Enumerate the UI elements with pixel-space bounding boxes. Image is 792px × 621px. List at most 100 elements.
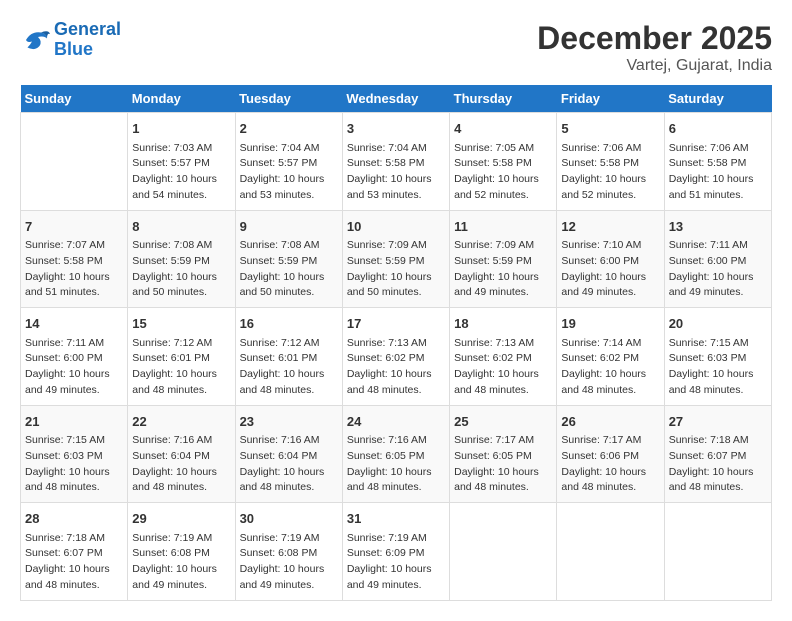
day-info: Sunrise: 7:06 AM Sunset: 5:58 PM Dayligh…	[561, 141, 659, 204]
title-block: December 2025 Vartej, Gujarat, India	[537, 20, 772, 75]
month-title: December 2025	[537, 20, 772, 57]
day-info: Sunrise: 7:04 AM Sunset: 5:57 PM Dayligh…	[240, 141, 338, 204]
day-info: Sunrise: 7:08 AM Sunset: 5:59 PM Dayligh…	[132, 238, 230, 301]
calendar-cell: 18Sunrise: 7:13 AM Sunset: 6:02 PM Dayli…	[450, 308, 557, 406]
calendar-cell: 25Sunrise: 7:17 AM Sunset: 6:05 PM Dayli…	[450, 405, 557, 503]
day-info: Sunrise: 7:09 AM Sunset: 5:59 PM Dayligh…	[347, 238, 445, 301]
weekday-header-friday: Friday	[557, 85, 664, 113]
day-info: Sunrise: 7:19 AM Sunset: 6:08 PM Dayligh…	[132, 531, 230, 594]
weekday-header-monday: Monday	[128, 85, 235, 113]
day-number: 14	[25, 314, 123, 334]
logo-icon	[20, 25, 50, 55]
day-number: 6	[669, 119, 767, 139]
day-info: Sunrise: 7:16 AM Sunset: 6:04 PM Dayligh…	[132, 433, 230, 496]
calendar-cell: 19Sunrise: 7:14 AM Sunset: 6:02 PM Dayli…	[557, 308, 664, 406]
day-info: Sunrise: 7:18 AM Sunset: 6:07 PM Dayligh…	[25, 531, 123, 594]
day-info: Sunrise: 7:04 AM Sunset: 5:58 PM Dayligh…	[347, 141, 445, 204]
day-number: 17	[347, 314, 445, 334]
day-info: Sunrise: 7:13 AM Sunset: 6:02 PM Dayligh…	[347, 336, 445, 399]
page-header: General Blue December 2025 Vartej, Gujar…	[20, 20, 772, 75]
day-number: 9	[240, 217, 338, 237]
calendar-cell	[664, 503, 771, 601]
day-number: 31	[347, 509, 445, 529]
calendar-cell: 9Sunrise: 7:08 AM Sunset: 5:59 PM Daylig…	[235, 210, 342, 308]
day-info: Sunrise: 7:17 AM Sunset: 6:05 PM Dayligh…	[454, 433, 552, 496]
calendar-cell: 24Sunrise: 7:16 AM Sunset: 6:05 PM Dayli…	[342, 405, 449, 503]
weekday-header-sunday: Sunday	[21, 85, 128, 113]
calendar-cell: 21Sunrise: 7:15 AM Sunset: 6:03 PM Dayli…	[21, 405, 128, 503]
calendar-table: SundayMondayTuesdayWednesdayThursdayFrid…	[20, 85, 772, 601]
weekday-header-saturday: Saturday	[664, 85, 771, 113]
day-info: Sunrise: 7:03 AM Sunset: 5:57 PM Dayligh…	[132, 141, 230, 204]
day-info: Sunrise: 7:15 AM Sunset: 6:03 PM Dayligh…	[25, 433, 123, 496]
calendar-cell: 8Sunrise: 7:08 AM Sunset: 5:59 PM Daylig…	[128, 210, 235, 308]
calendar-cell: 11Sunrise: 7:09 AM Sunset: 5:59 PM Dayli…	[450, 210, 557, 308]
calendar-cell: 10Sunrise: 7:09 AM Sunset: 5:59 PM Dayli…	[342, 210, 449, 308]
day-info: Sunrise: 7:19 AM Sunset: 6:09 PM Dayligh…	[347, 531, 445, 594]
calendar-cell: 7Sunrise: 7:07 AM Sunset: 5:58 PM Daylig…	[21, 210, 128, 308]
weekday-header-row: SundayMondayTuesdayWednesdayThursdayFrid…	[21, 85, 772, 113]
day-info: Sunrise: 7:12 AM Sunset: 6:01 PM Dayligh…	[132, 336, 230, 399]
day-number: 5	[561, 119, 659, 139]
calendar-cell	[450, 503, 557, 601]
day-number: 29	[132, 509, 230, 529]
calendar-cell: 27Sunrise: 7:18 AM Sunset: 6:07 PM Dayli…	[664, 405, 771, 503]
day-number: 22	[132, 412, 230, 432]
day-number: 30	[240, 509, 338, 529]
weekday-header-wednesday: Wednesday	[342, 85, 449, 113]
day-number: 18	[454, 314, 552, 334]
calendar-cell: 14Sunrise: 7:11 AM Sunset: 6:00 PM Dayli…	[21, 308, 128, 406]
calendar-cell: 22Sunrise: 7:16 AM Sunset: 6:04 PM Dayli…	[128, 405, 235, 503]
calendar-cell: 4Sunrise: 7:05 AM Sunset: 5:58 PM Daylig…	[450, 113, 557, 211]
day-info: Sunrise: 7:18 AM Sunset: 6:07 PM Dayligh…	[669, 433, 767, 496]
day-info: Sunrise: 7:16 AM Sunset: 6:05 PM Dayligh…	[347, 433, 445, 496]
calendar-cell: 28Sunrise: 7:18 AM Sunset: 6:07 PM Dayli…	[21, 503, 128, 601]
day-info: Sunrise: 7:11 AM Sunset: 6:00 PM Dayligh…	[25, 336, 123, 399]
day-info: Sunrise: 7:16 AM Sunset: 6:04 PM Dayligh…	[240, 433, 338, 496]
location: Vartej, Gujarat, India	[537, 57, 772, 75]
day-info: Sunrise: 7:17 AM Sunset: 6:06 PM Dayligh…	[561, 433, 659, 496]
day-number: 2	[240, 119, 338, 139]
day-info: Sunrise: 7:19 AM Sunset: 6:08 PM Dayligh…	[240, 531, 338, 594]
calendar-cell: 31Sunrise: 7:19 AM Sunset: 6:09 PM Dayli…	[342, 503, 449, 601]
calendar-cell: 12Sunrise: 7:10 AM Sunset: 6:00 PM Dayli…	[557, 210, 664, 308]
day-number: 10	[347, 217, 445, 237]
day-number: 20	[669, 314, 767, 334]
day-number: 13	[669, 217, 767, 237]
day-number: 8	[132, 217, 230, 237]
day-info: Sunrise: 7:07 AM Sunset: 5:58 PM Dayligh…	[25, 238, 123, 301]
day-number: 21	[25, 412, 123, 432]
week-row-5: 28Sunrise: 7:18 AM Sunset: 6:07 PM Dayli…	[21, 503, 772, 601]
day-info: Sunrise: 7:09 AM Sunset: 5:59 PM Dayligh…	[454, 238, 552, 301]
calendar-cell: 17Sunrise: 7:13 AM Sunset: 6:02 PM Dayli…	[342, 308, 449, 406]
calendar-cell: 2Sunrise: 7:04 AM Sunset: 5:57 PM Daylig…	[235, 113, 342, 211]
day-info: Sunrise: 7:13 AM Sunset: 6:02 PM Dayligh…	[454, 336, 552, 399]
day-number: 4	[454, 119, 552, 139]
day-number: 19	[561, 314, 659, 334]
weekday-header-thursday: Thursday	[450, 85, 557, 113]
calendar-cell: 30Sunrise: 7:19 AM Sunset: 6:08 PM Dayli…	[235, 503, 342, 601]
day-number: 24	[347, 412, 445, 432]
week-row-4: 21Sunrise: 7:15 AM Sunset: 6:03 PM Dayli…	[21, 405, 772, 503]
calendar-cell: 20Sunrise: 7:15 AM Sunset: 6:03 PM Dayli…	[664, 308, 771, 406]
week-row-2: 7Sunrise: 7:07 AM Sunset: 5:58 PM Daylig…	[21, 210, 772, 308]
calendar-cell: 29Sunrise: 7:19 AM Sunset: 6:08 PM Dayli…	[128, 503, 235, 601]
day-number: 12	[561, 217, 659, 237]
calendar-cell	[557, 503, 664, 601]
day-number: 16	[240, 314, 338, 334]
day-number: 27	[669, 412, 767, 432]
calendar-cell: 26Sunrise: 7:17 AM Sunset: 6:06 PM Dayli…	[557, 405, 664, 503]
calendar-cell: 5Sunrise: 7:06 AM Sunset: 5:58 PM Daylig…	[557, 113, 664, 211]
day-number: 26	[561, 412, 659, 432]
calendar-cell: 13Sunrise: 7:11 AM Sunset: 6:00 PM Dayli…	[664, 210, 771, 308]
calendar-cell: 23Sunrise: 7:16 AM Sunset: 6:04 PM Dayli…	[235, 405, 342, 503]
calendar-cell	[21, 113, 128, 211]
calendar-cell: 3Sunrise: 7:04 AM Sunset: 5:58 PM Daylig…	[342, 113, 449, 211]
day-info: Sunrise: 7:12 AM Sunset: 6:01 PM Dayligh…	[240, 336, 338, 399]
day-number: 11	[454, 217, 552, 237]
day-number: 23	[240, 412, 338, 432]
day-number: 28	[25, 509, 123, 529]
weekday-header-tuesday: Tuesday	[235, 85, 342, 113]
calendar-cell: 6Sunrise: 7:06 AM Sunset: 5:58 PM Daylig…	[664, 113, 771, 211]
day-number: 15	[132, 314, 230, 334]
